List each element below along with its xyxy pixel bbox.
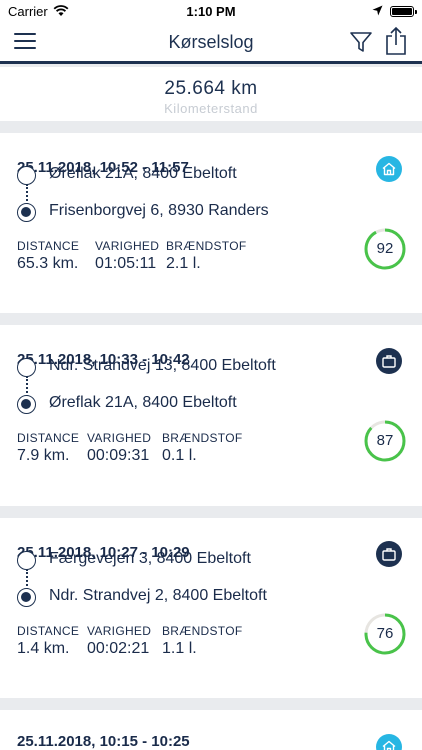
driving-score: 92 (364, 228, 406, 270)
trip-distance: DISTANCE 65.3 km. (17, 239, 79, 273)
filter-icon[interactable] (349, 30, 373, 54)
status-bar: Carrier 1:10 PM (0, 0, 422, 22)
distance-label: DISTANCE (17, 239, 80, 253)
home-icon (382, 740, 396, 750)
end-point-icon (17, 588, 36, 607)
trip-duration: VARIGHED 01:05:11 (95, 239, 159, 273)
duration-value: 01:05:11 (95, 255, 157, 272)
distance-value: 7.9 km. (17, 447, 70, 464)
trip-category-badge[interactable] (376, 156, 402, 182)
trip-to-address: Ndr. Strandvej 2, 8400 Ebeltoft (49, 587, 267, 604)
briefcase-icon (382, 355, 396, 368)
trip-from-address: Ndr. Strandvej 13, 8400 Ebeltoft (49, 357, 276, 374)
trip-date: 25.11.2018, 10:15 - 10:25 (17, 733, 190, 750)
driving-score-value: 76 (376, 625, 394, 642)
trip-to-address: Øreflak 21A, 8400 Ebeltoft (49, 394, 237, 411)
status-time: 1:10 PM (186, 4, 236, 19)
trip-distance: DISTANCE 7.9 km. (17, 431, 79, 465)
fuel-value: 0.1 l. (162, 447, 197, 464)
driving-score: 87 (364, 420, 406, 462)
fuel-value: 2.1 l. (166, 255, 201, 272)
fuel-label: BRÆNDSTOF (162, 624, 243, 638)
odometer-panel: 25.664 km Kilometerstand (0, 67, 422, 121)
trip-from-address: Øreflak 21A, 8400 Ebeltoft (49, 165, 237, 182)
trip-card[interactable]: 25.11.2018, 10:52 - 11:57 Øreflak 21A, 8… (0, 133, 422, 313)
duration-label: VARIGHED (95, 239, 160, 253)
trip-category-badge[interactable] (376, 734, 402, 750)
trip-fuel: BRÆNDSTOF 1.1 l. (162, 624, 242, 658)
start-point-icon (17, 358, 36, 377)
distance-label: DISTANCE (17, 431, 80, 445)
briefcase-icon (382, 548, 396, 561)
duration-value: 00:09:31 (87, 447, 150, 464)
trip-distance: DISTANCE 1.4 km. (17, 624, 79, 658)
fuel-label: BRÆNDSTOF (166, 239, 247, 253)
fuel-value: 1.1 l. (162, 640, 197, 657)
duration-value: 00:02:21 (87, 640, 150, 657)
trip-to-address: Frisenborgvej 6, 8930 Randers (49, 202, 269, 219)
trip-category-badge[interactable] (376, 348, 402, 374)
duration-label: VARIGHED (87, 624, 152, 638)
trip-card[interactable]: 25.11.2018, 10:15 - 10:25 (0, 710, 422, 750)
driving-score: 76 (364, 613, 406, 655)
distance-value: 65.3 km. (17, 255, 79, 272)
driving-score-value: 92 (376, 240, 394, 257)
location-arrow-icon (372, 5, 383, 16)
trip-from-address: Færgevejen 3, 8400 Ebeltoft (49, 550, 251, 567)
start-point-icon (17, 166, 36, 185)
odometer-label: Kilometerstand (164, 101, 258, 116)
trip-duration: VARIGHED 00:09:31 (87, 431, 151, 465)
nav-bar: Kørselslog (0, 22, 422, 64)
trip-duration: VARIGHED 00:02:21 (87, 624, 151, 658)
trip-fuel: BRÆNDSTOF 2.1 l. (166, 239, 246, 273)
duration-label: VARIGHED (87, 431, 152, 445)
odometer-value: 25.664 km (164, 78, 258, 99)
end-point-icon (17, 395, 36, 414)
distance-value: 1.4 km. (17, 640, 70, 657)
share-icon[interactable] (385, 26, 407, 56)
start-point-icon (17, 551, 36, 570)
trip-category-badge[interactable] (376, 541, 402, 567)
battery-icon (390, 6, 417, 17)
trip-fuel: BRÆNDSTOF 0.1 l. (162, 431, 242, 465)
trip-card[interactable]: 25.11.2018, 10:27 - 10:29 Færgevejen 3, … (0, 518, 422, 698)
end-point-icon (17, 203, 36, 222)
driving-score-value: 87 (376, 432, 394, 449)
home-icon (382, 162, 396, 176)
trip-card[interactable]: 25.11.2018, 10:33 - 10:42 Ndr. Strandvej… (0, 325, 422, 506)
distance-label: DISTANCE (17, 624, 80, 638)
fuel-label: BRÆNDSTOF (162, 431, 243, 445)
